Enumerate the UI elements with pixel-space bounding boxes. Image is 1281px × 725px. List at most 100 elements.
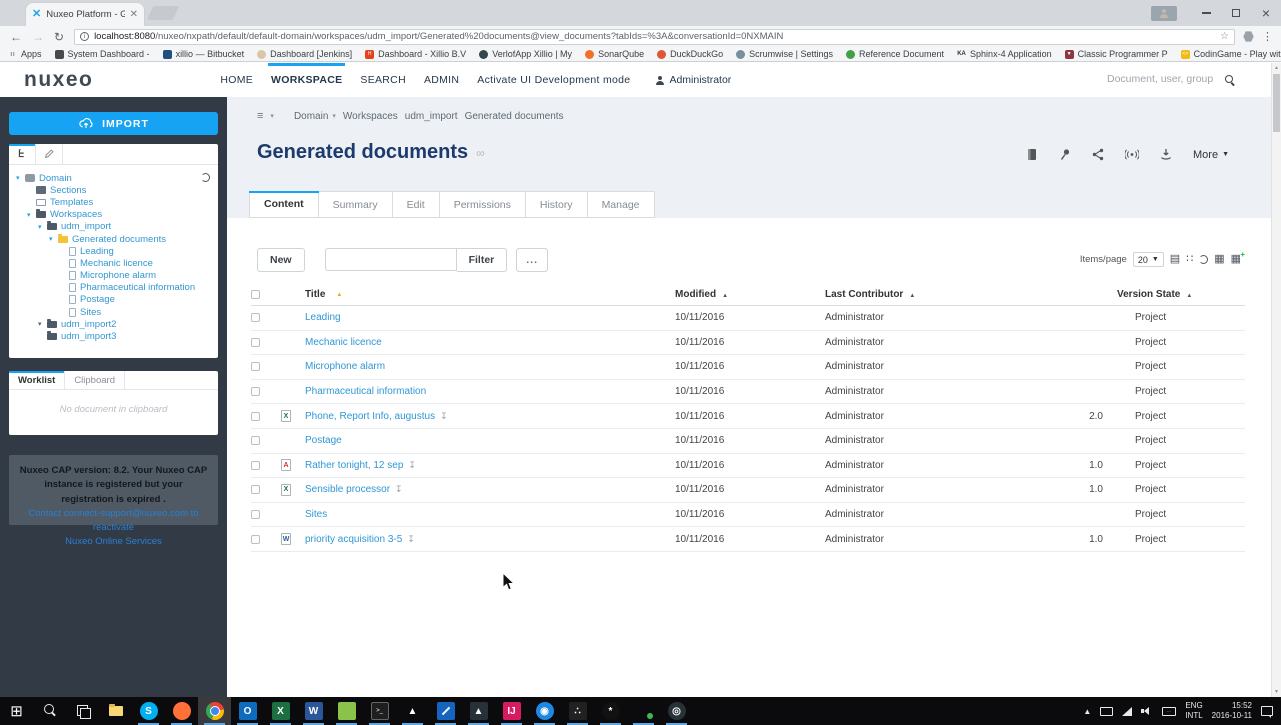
taskbar-app-icon[interactable]: * [594,697,627,725]
download-icon[interactable]: ↧ [407,534,415,545]
clock[interactable]: 15:522016-10-11 [1212,701,1252,721]
row-checkbox[interactable] [251,535,260,544]
network-icon[interactable] [1122,707,1132,716]
page-scrollbar[interactable]: ▲ ▼ [1271,63,1281,697]
table-row[interactable]: Sites↧ 10/11/2016 Administrator Project [251,503,1245,528]
document-tab[interactable]: Content [249,191,319,218]
alerts-icon[interactable] [1125,148,1139,161]
browser-tab[interactable]: ✕ Nuxeo Platform - Genera ✕ [26,3,144,26]
document-tab[interactable]: Summary [319,191,393,218]
nuxeo-logo[interactable]: nuxeo [24,68,93,97]
taskbar-app-icon[interactable]: IJ [495,697,528,725]
breadcrumb-caret-icon[interactable]: ▾ [270,112,274,120]
tree-item[interactable]: ▾ Mechanic licence [15,257,212,269]
language-indicator[interactable]: ENGINTL [1185,701,1202,721]
taskbar-app-icon[interactable]: ▲ [462,697,495,725]
taskbar-app-icon[interactable]: W [297,697,330,725]
table-row[interactable]: Postage↧ 10/11/2016 Administrator Projec… [251,429,1245,454]
document-link[interactable]: Postage [305,435,342,446]
thumbnail-view-icon[interactable]: ∷ [1186,254,1193,265]
nav-item[interactable]: WORKSPACE [262,63,351,97]
spreadsheet-export-icon[interactable]: ▦ [1214,254,1224,265]
scroll-down-arrow[interactable]: ▼ [1272,687,1281,697]
document-link[interactable]: Microphone alarm [305,361,385,372]
column-header-title[interactable]: Title [305,289,325,300]
bookmark-star-icon[interactable]: ☆ [1220,31,1229,42]
taskbar-app-icon[interactable] [429,697,462,725]
document-link[interactable]: Rather tonight, 12 sep [305,460,403,471]
export-icon[interactable] [1160,148,1172,161]
tree-item[interactable]: ▾ Sites [15,306,212,318]
tag-edit-tab[interactable] [36,144,63,164]
tree-item[interactable]: ▾ udm_import [15,221,212,233]
pin-icon[interactable] [1059,148,1071,161]
tree-expand-arrow[interactable]: ▾ [38,223,47,231]
column-header-version-state[interactable]: Version State [1117,289,1180,300]
table-row[interactable]: priority acquisition 3-5↧ 10/11/2016 Adm… [251,527,1245,552]
window-minimize-button[interactable] [1191,0,1221,26]
extension-icon[interactable] [1243,31,1254,42]
document-link[interactable]: priority acquisition 3-5 [305,534,402,545]
address-bar[interactable]: i localhost:8080/nuxeo/nxpath/default/de… [74,29,1235,45]
table-row[interactable]: Phone, Report Info, augustus↧ 10/11/2016… [251,404,1245,429]
back-button[interactable]: ← [10,31,22,43]
reload-button[interactable]: ↻ [54,31,64,43]
bookmark-item[interactable]: KA Sphinx-4 Application [957,49,1052,59]
taskbar-app-icon[interactable] [330,697,363,725]
user-menu[interactable]: Administrator [655,63,731,97]
bookmark-item[interactable]: System Dashboard - [55,49,150,59]
document-tab[interactable]: Manage [588,191,655,218]
worklist-tab[interactable]: Clipboard [65,371,125,389]
nav-item[interactable]: SEARCH [351,63,415,97]
table-row[interactable]: Microphone alarm↧ 10/11/2016 Administrat… [251,355,1245,380]
tree-item[interactable]: ▾ udm_import2 [15,318,212,330]
tree-item[interactable]: ▾ Microphone alarm [15,270,212,282]
taskbar-app-icon[interactable]: ∴ [561,697,594,725]
taskbar-app-icon[interactable]: O [231,697,264,725]
tree-item[interactable]: ▾ Postage [15,294,212,306]
document-link[interactable]: Phone, Report Info, augustus [305,411,435,422]
tree-item[interactable]: ▾ Domain [15,172,212,184]
window-restore-button[interactable] [1221,0,1251,26]
bookmark-item[interactable]: Dashboard [Jenkins] [257,49,352,59]
permalink-icon[interactable]: ∞ [476,146,485,160]
notification-center-icon[interactable] [1261,706,1273,716]
document-tab[interactable]: Edit [393,191,440,218]
registration-link[interactable]: Contact connect-support@nuxeo.com to rea… [19,507,208,536]
breadcrumb-item[interactable]: Workspaces▾ [343,111,398,122]
taskbar-app-icon[interactable] [627,697,660,725]
taskbar-app-icon[interactable]: ◎ [660,697,693,725]
new-button[interactable]: New [257,248,305,272]
document-link[interactable]: Sites [305,509,327,520]
bookmark-item[interactable]: Reference Document [846,49,944,59]
keyboard-icon[interactable]: ⋯ [1162,707,1176,716]
row-checkbox[interactable] [251,338,260,347]
taskbar-app-icon[interactable]: >_ [363,697,396,725]
sort-icon[interactable]: ▲ [909,293,915,299]
row-checkbox[interactable] [251,461,260,470]
worklist-tab[interactable]: Worklist [9,371,65,389]
download-icon[interactable]: ↧ [395,484,403,495]
taskbar-app-icon[interactable]: ⊞ [0,697,33,725]
tree-refresh-icon[interactable] [201,173,210,182]
document-link[interactable]: Sensible processor [305,484,390,495]
breadcrumb-menu-icon[interactable]: ≡ [257,110,263,122]
page-info-icon[interactable]: i [80,32,89,41]
list-view-icon[interactable]: ▤ [1170,254,1180,265]
row-checkbox[interactable] [251,510,260,519]
share-icon[interactable] [1092,148,1104,161]
window-close-button[interactable]: × [1251,0,1281,26]
document-tab[interactable]: History [526,191,588,218]
tray-expand-icon[interactable]: ▲ [1083,707,1091,716]
breadcrumb-item[interactable]: Generated documents▾ [465,111,564,122]
row-checkbox[interactable] [251,362,260,371]
table-row[interactable]: Rather tonight, 12 sep↧ 10/11/2016 Admin… [251,454,1245,479]
sort-asc-icon[interactable]: ▲ [336,292,342,298]
bookmark-item[interactable]: xillio — Bitbucket [163,49,245,59]
more-filter-options-button[interactable]: ... [516,248,548,272]
nav-item[interactable]: ADMIN [415,63,468,97]
bookmark-item[interactable]: DuckDuckGo [657,49,723,59]
nav-item[interactable]: HOME [211,63,262,97]
breadcrumb-item[interactable]: udm_import▾ [405,111,458,122]
table-row[interactable]: Mechanic licence↧ 10/11/2016 Administrat… [251,331,1245,356]
